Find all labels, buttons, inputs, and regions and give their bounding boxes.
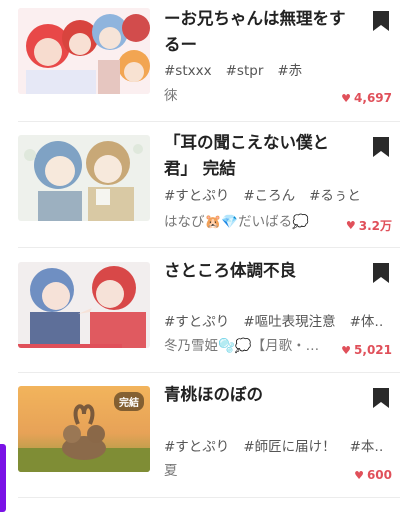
story-card[interactable]: 「耳の聞こえない僕と君」 完結 #すとぷり #ころん #るぅと はなび🐹💎だいばる💭… — [0, 124, 410, 248]
bookmark-icon[interactable] — [372, 387, 390, 409]
bookmark-icon[interactable] — [372, 136, 390, 158]
tag[interactable]: #本… — [350, 439, 384, 455]
author-name[interactable]: 徠 — [164, 84, 344, 108]
read-progress-bar — [18, 344, 123, 348]
completed-badge: 完結 — [114, 392, 144, 411]
tag[interactable]: #すとぷり — [164, 314, 229, 330]
tag[interactable]: #るぅと — [309, 188, 361, 204]
tag[interactable]: #すとぷり — [164, 439, 229, 455]
tag[interactable]: #stxxx — [164, 63, 212, 79]
like-count-value: 5,021 — [354, 343, 392, 357]
like-count-value: 4,697 — [354, 91, 392, 105]
bookmark-icon[interactable] — [372, 262, 390, 284]
story-title[interactable]: 「耳の聞こえない僕と君」 完結 — [164, 130, 360, 182]
heart-icon: ♥ — [345, 219, 356, 232]
scroll-indicator[interactable] — [0, 444, 6, 512]
story-thumbnail[interactable] — [18, 8, 150, 94]
author-name[interactable]: 冬乃雪姫🫧💭【月歌・… — [164, 334, 344, 358]
story-thumbnail[interactable]: 完結 — [18, 386, 150, 472]
like-count: ♥ 5,021 — [341, 343, 392, 357]
story-title[interactable]: さところ体調不良 — [164, 258, 360, 284]
story-card[interactable]: さところ体調不良 #すとぷり #嘔吐表現注意 #体… 冬乃雪姫🫧💭【月歌・… ♥ 5… — [0, 250, 410, 374]
tag[interactable]: #すとぷり — [164, 188, 229, 204]
like-count: ♥ 3.2万 — [346, 217, 392, 234]
story-thumbnail[interactable] — [18, 262, 150, 348]
divider — [18, 121, 400, 122]
story-title[interactable]: 青桃ほのぼの — [164, 382, 360, 408]
story-card[interactable]: ーお兄ちゃんは無理をするー #stxxx #stpr #赤 徠 ♥ 4,697 — [0, 0, 410, 124]
like-count: ♥ 4,697 — [341, 91, 392, 105]
like-count: ♥ 600 — [354, 468, 392, 482]
heart-icon: ♥ — [341, 91, 352, 105]
heart-icon: ♥ — [354, 468, 364, 482]
tag-list: #すとぷり #師匠に届け！ #本… — [164, 434, 384, 460]
story-title[interactable]: ーお兄ちゃんは無理をするー — [164, 6, 360, 58]
divider — [18, 497, 400, 498]
tag[interactable]: #体… — [350, 314, 384, 330]
author-name[interactable]: はなび🐹💎だいばる💭 — [164, 210, 344, 234]
tag[interactable]: #stpr — [226, 63, 264, 79]
story-card[interactable]: 完結 青桃ほのぼの #すとぷり #師匠に届け！ #本… 夏 ♥ 600 — [0, 374, 410, 498]
like-count-value: 600 — [366, 468, 392, 482]
tag[interactable]: #赤 — [277, 63, 302, 79]
tag-list: #すとぷり #嘔吐表現注意 #体… — [164, 309, 384, 335]
divider — [18, 372, 400, 373]
author-name[interactable]: 夏 — [164, 459, 344, 483]
story-list: ーお兄ちゃんは無理をするー #stxxx #stpr #赤 徠 ♥ 4,697 — [0, 0, 410, 512]
bookmark-icon[interactable] — [372, 10, 390, 32]
tag[interactable]: #ころん — [243, 188, 295, 204]
tag-list: #stxxx #stpr #赤 — [164, 58, 384, 84]
tag[interactable]: #嘔吐表現注意 — [243, 314, 335, 330]
story-thumbnail[interactable] — [18, 135, 150, 221]
divider — [18, 247, 400, 248]
tag-list: #すとぷり #ころん #るぅと — [164, 183, 384, 209]
like-count-value: 3.2万 — [358, 219, 392, 233]
heart-icon: ♥ — [341, 343, 352, 357]
tag[interactable]: #師匠に届け！ — [243, 439, 335, 455]
